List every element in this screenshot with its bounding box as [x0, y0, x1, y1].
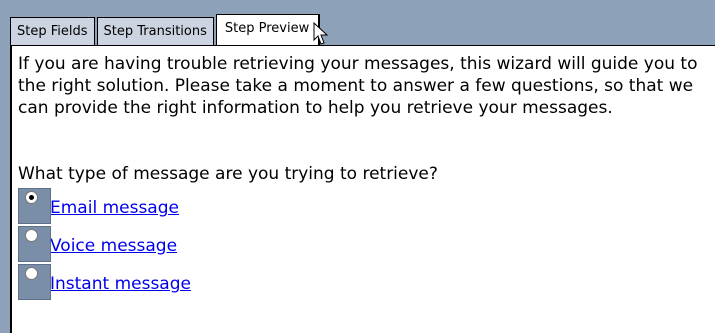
tab-label: Step Transitions: [103, 24, 207, 39]
intro-text: If you are having trouble retrieving you…: [18, 54, 698, 119]
option-email[interactable]: Email message: [18, 188, 179, 224]
wizard-window: Step Fields Step Transitions Step Previe…: [0, 0, 715, 333]
tab-step-transitions[interactable]: Step Transitions: [96, 17, 214, 45]
radio-container: [18, 188, 51, 224]
tab-label: Step Preview: [224, 21, 310, 36]
email-message-link[interactable]: Email message: [50, 198, 179, 218]
voice-message-link[interactable]: Voice message: [50, 236, 177, 256]
radio-button-selected[interactable]: [25, 191, 38, 204]
radio-button[interactable]: [25, 229, 38, 242]
arrow-cursor-icon: [313, 22, 329, 45]
tab-label: Step Fields: [17, 24, 88, 39]
tab-strip: Step Fields Step Transitions Step Previe…: [10, 14, 322, 45]
preview-panel: If you are having trouble retrieving you…: [10, 45, 715, 333]
tab-step-preview[interactable]: Step Preview: [215, 14, 321, 45]
tab-step-fields[interactable]: Step Fields: [10, 17, 95, 45]
radio-container: [18, 226, 51, 262]
option-instant[interactable]: Instant message: [18, 264, 191, 300]
radio-button[interactable]: [25, 267, 38, 280]
option-voice[interactable]: Voice message: [18, 226, 177, 262]
radio-container: [18, 264, 51, 300]
question-text: What type of message are you trying to r…: [18, 164, 438, 184]
instant-message-link[interactable]: Instant message: [50, 274, 191, 294]
